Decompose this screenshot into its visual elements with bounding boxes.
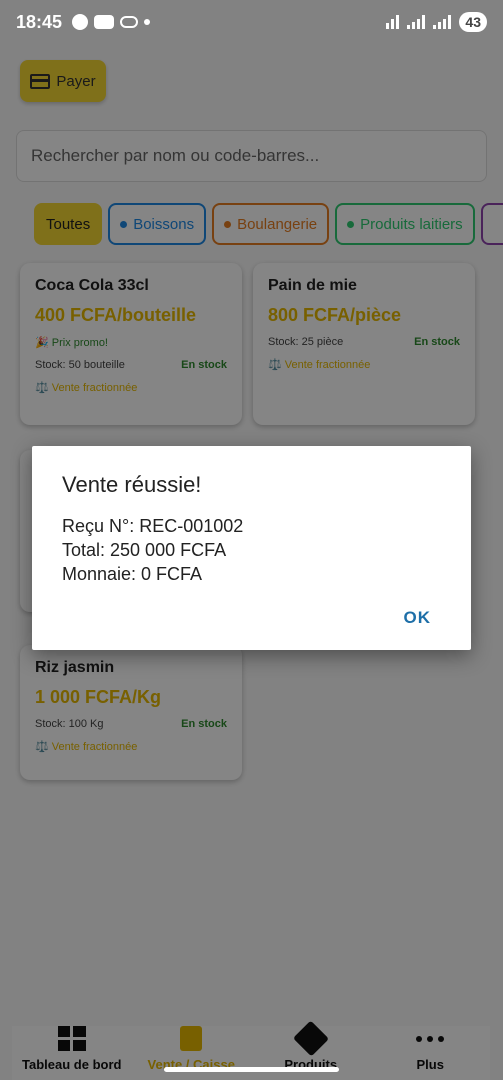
battery-indicator: 43 bbox=[459, 12, 487, 32]
receipt-number: Reçu N°: REC-001002 bbox=[62, 516, 244, 536]
home-indicator[interactable] bbox=[164, 1067, 339, 1072]
sale-success-dialog: Vente réussie! Reçu N°: REC-001002 Total… bbox=[32, 446, 471, 650]
sale-total: Total: 250 000 FCFA bbox=[62, 540, 227, 560]
change-amount: Monnaie: 0 FCFA bbox=[62, 564, 203, 584]
status-time: 18:45 bbox=[16, 11, 63, 32]
notification-dot-icon bbox=[144, 19, 151, 25]
facebook-icon bbox=[72, 14, 89, 30]
dialog-title: Vente réussie! bbox=[62, 472, 202, 497]
signal-2-icon bbox=[433, 15, 452, 29]
signal-icon bbox=[407, 15, 426, 29]
ok-button[interactable]: OK bbox=[404, 608, 432, 628]
youtube-icon bbox=[94, 15, 115, 29]
wifi-icon bbox=[386, 15, 400, 29]
status-bar: 18:45 43 bbox=[0, 0, 503, 44]
link-icon bbox=[120, 16, 139, 28]
